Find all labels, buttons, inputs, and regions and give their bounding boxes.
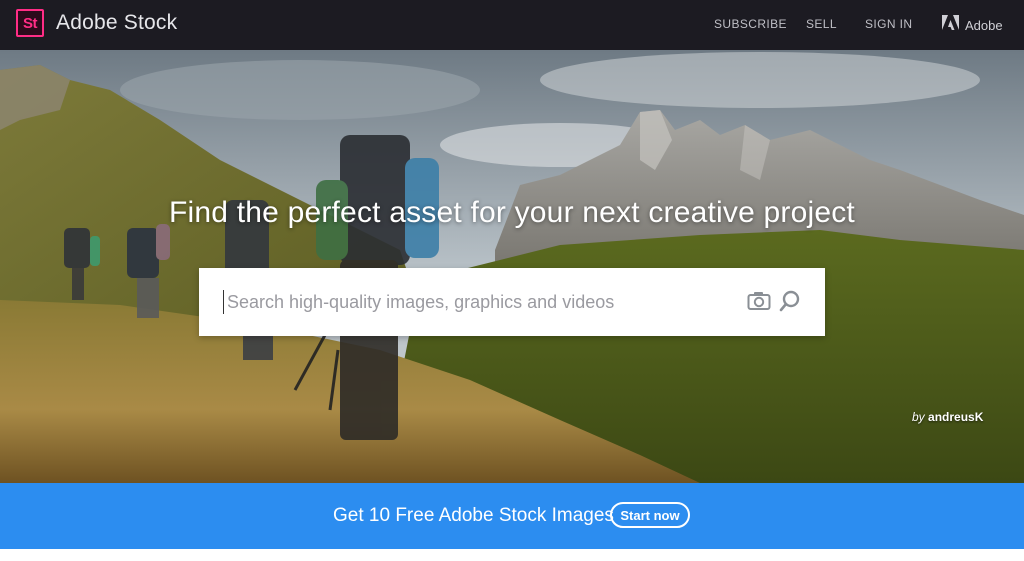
photo-credit-author[interactable]: andreusK <box>928 410 983 424</box>
nav-sign-in-link[interactable]: SIGN IN <box>865 17 912 31</box>
brand-name[interactable]: Adobe Stock <box>56 11 177 35</box>
search-bar <box>199 268 825 336</box>
search-icon[interactable] <box>779 290 801 317</box>
search-input[interactable] <box>223 288 727 316</box>
hero-banner: Find the perfect asset for your next cre… <box>0 50 1024 483</box>
photo-credit: by andreusK <box>912 410 983 424</box>
promo-text: Get 10 Free Adobe Stock Images <box>333 505 614 526</box>
start-now-button[interactable]: Start now <box>610 502 690 528</box>
nav-sell-link[interactable]: SELL <box>806 17 837 31</box>
camera-icon[interactable] <box>747 290 771 317</box>
free-images-promo: Get 10 Free Adobe Stock Images Start now <box>0 483 1024 549</box>
adobe-link[interactable]: Adobe <box>942 15 1003 36</box>
adobe-stock-logo[interactable]: St <box>16 9 44 37</box>
hero-headline: Find the perfect asset for your next cre… <box>169 196 855 229</box>
logo-text: St <box>23 14 38 32</box>
top-navigation-bar: St Adobe Stock SUBSCRIBE SELL SIGN IN Ad… <box>0 0 1024 50</box>
adobe-link-label: Adobe <box>965 18 1003 33</box>
adobe-logo-icon <box>942 15 959 36</box>
nav-subscribe-link[interactable]: SUBSCRIBE <box>714 17 787 31</box>
hero-background-image <box>0 50 1024 483</box>
photo-credit-prefix: by <box>912 410 925 424</box>
